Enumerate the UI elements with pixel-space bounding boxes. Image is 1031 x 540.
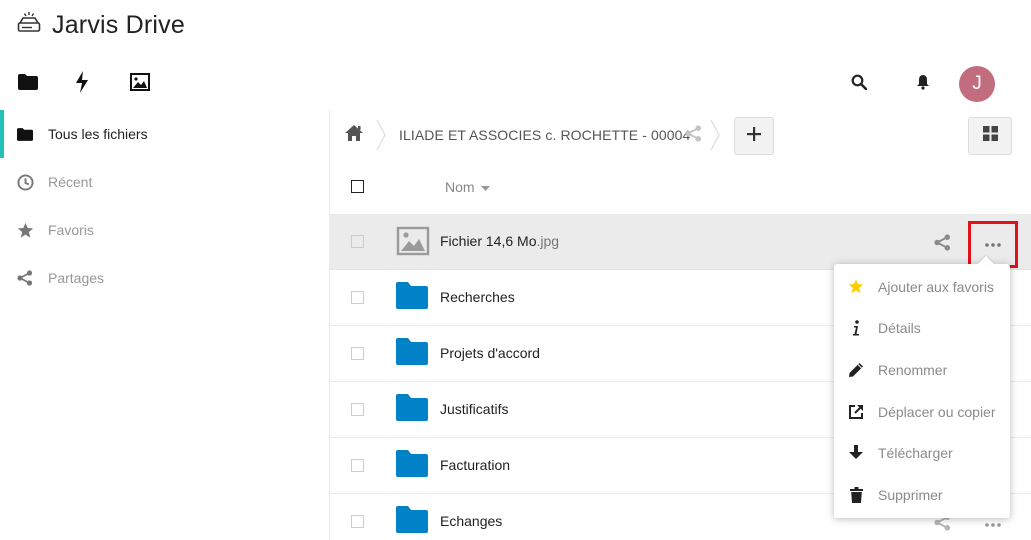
- menu-item-label: Détails: [878, 320, 921, 337]
- pencil-icon: [848, 362, 864, 378]
- sidebar-item-shares[interactable]: Partages: [0, 254, 329, 302]
- menu-item-download[interactable]: Télécharger: [834, 432, 1010, 474]
- folder-icon: [396, 506, 430, 536]
- file-list-header: Nom: [330, 164, 1031, 210]
- file-name[interactable]: Facturation: [440, 457, 510, 473]
- file-base-name: Echanges: [440, 513, 503, 529]
- app-gallery[interactable]: [128, 68, 184, 100]
- table-row[interactable]: Fichier 14,6 Mo.jpg: [330, 214, 1031, 270]
- row-checkbox[interactable]: [351, 347, 364, 360]
- select-all-checkbox[interactable]: [351, 180, 364, 193]
- caret-down-icon: [480, 179, 490, 195]
- sidebar-item-favorites[interactable]: Favoris: [0, 206, 329, 254]
- menu-item-label: Télécharger: [878, 445, 953, 462]
- folder-icon: [396, 394, 430, 424]
- grid-icon: [982, 126, 998, 146]
- search-icon: [851, 74, 868, 95]
- trash-icon: [848, 486, 864, 503]
- file-base-name: Fichier 14,6 Mo: [440, 233, 537, 249]
- image-file-icon: [396, 226, 430, 256]
- sidebar-item-label: Récent: [48, 174, 93, 190]
- external-link-icon: [848, 404, 864, 420]
- share-icon[interactable]: [934, 234, 952, 252]
- app-navigation: [16, 68, 184, 100]
- file-name[interactable]: Recherches: [440, 289, 515, 305]
- folder-icon: [18, 73, 38, 95]
- menu-item-label: Supprimer: [878, 486, 943, 503]
- sort-label: Nom: [445, 179, 475, 195]
- new-button[interactable]: [734, 117, 774, 155]
- breadcrumb-separator: [376, 120, 386, 150]
- sidebar-item-recent[interactable]: Récent: [0, 158, 329, 206]
- app-title: Jarvis Drive: [52, 10, 185, 39]
- breadcrumb-separator: [710, 120, 720, 150]
- row-checkbox[interactable]: [351, 515, 364, 528]
- download-icon: [848, 445, 864, 461]
- drive-icon: [16, 11, 42, 40]
- info-icon: [848, 320, 864, 336]
- row-checkbox[interactable]: [351, 403, 364, 416]
- ellipsis-icon: [985, 234, 1001, 252]
- file-name[interactable]: Justificatifs: [440, 401, 508, 417]
- file-extension: .jpg: [536, 233, 560, 249]
- search-button[interactable]: [827, 66, 891, 102]
- row-checkbox[interactable]: [351, 459, 364, 472]
- file-base-name: Projets d'accord: [440, 345, 540, 361]
- image-icon: [130, 72, 150, 96]
- notifications-button[interactable]: [891, 66, 955, 102]
- sort-by-name[interactable]: Nom: [445, 179, 490, 195]
- menu-item-rename[interactable]: Renommer: [834, 349, 1010, 391]
- bell-icon: [916, 74, 930, 95]
- menu-item-label: Déplacer ou copier: [878, 403, 996, 420]
- home-icon[interactable]: [344, 124, 364, 144]
- folder-icon: [16, 125, 34, 143]
- app-brand: Jarvis Drive: [16, 8, 185, 42]
- row-checkbox[interactable]: [351, 235, 364, 248]
- app-activity[interactable]: [72, 68, 128, 100]
- more-actions-button[interactable]: [978, 232, 1008, 254]
- sidebar: Tous les fichiers Récent Favoris Partage…: [0, 110, 329, 540]
- row-checkbox[interactable]: [351, 291, 364, 304]
- file-base-name: Facturation: [440, 457, 511, 473]
- sidebar-item-all-files[interactable]: Tous les fichiers: [0, 110, 329, 158]
- folder-icon: [396, 338, 430, 368]
- star-icon: [16, 221, 34, 239]
- app-files[interactable]: [16, 68, 72, 100]
- file-name[interactable]: Echanges: [440, 513, 502, 529]
- lightning-icon: [74, 70, 90, 98]
- avatar[interactable]: J: [959, 66, 995, 102]
- plus-icon: [747, 126, 761, 146]
- star-icon: [848, 279, 864, 295]
- breadcrumb-current-folder[interactable]: ILIADE ET ASSOCIES c. ROCHETTE - 00004: [399, 127, 690, 143]
- menu-item-label: Ajouter aux favoris: [878, 278, 994, 295]
- sidebar-item-label: Partages: [48, 270, 105, 286]
- clock-icon: [16, 173, 34, 191]
- menu-item-move-copy[interactable]: Déplacer ou copier: [834, 391, 1010, 433]
- menu-item-label: Renommer: [878, 361, 948, 378]
- folder-icon: [396, 450, 430, 480]
- breadcrumb: ILIADE ET ASSOCIES c. ROCHETTE - 00004: [330, 112, 1031, 158]
- share-icon: [16, 269, 34, 287]
- share-icon[interactable]: [685, 125, 703, 143]
- file-base-name: Justificatifs: [440, 401, 509, 417]
- file-name[interactable]: Projets d'accord: [440, 345, 540, 361]
- sidebar-item-label: Favoris: [48, 222, 94, 238]
- header-actions: J: [827, 66, 995, 102]
- file-base-name: Recherches: [440, 289, 515, 305]
- menu-item-add-favorite[interactable]: Ajouter aux favoris: [834, 266, 1010, 308]
- menu-item-details[interactable]: Détails: [834, 308, 1010, 350]
- sidebar-item-label: Tous les fichiers: [48, 126, 148, 142]
- grid-view-button[interactable]: [968, 117, 1012, 155]
- menu-item-delete[interactable]: Supprimer: [834, 474, 1010, 516]
- file-name[interactable]: Fichier 14,6 Mo.jpg: [440, 233, 559, 249]
- folder-icon: [396, 282, 430, 312]
- file-actions-menu: Ajouter aux favoris Détails Renommer Dép…: [834, 264, 1010, 518]
